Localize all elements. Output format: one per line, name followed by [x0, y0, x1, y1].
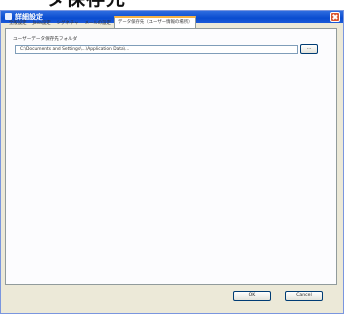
- tab-data-location[interactable]: データ保存先（ユーザー情報の場所）: [113, 16, 197, 28]
- ok-button[interactable]: OK: [233, 291, 271, 301]
- page-heading: ータ保存先: [26, 0, 126, 9]
- browse-button[interactable]: ...: [300, 44, 318, 54]
- page-heading-band: ータ保存先: [0, 0, 344, 10]
- tab-strip: 全般設定 Java設定 シグネチャ メールの設定 データ保存先（ユーザー情報の場…: [6, 16, 197, 28]
- folder-path-field[interactable]: C:\Documents and Settings\...\Applicatio…: [15, 45, 298, 54]
- tab-java[interactable]: Java設定: [30, 19, 54, 28]
- tab-general[interactable]: 全般設定: [6, 19, 30, 28]
- close-icon[interactable]: [330, 12, 340, 22]
- cancel-button[interactable]: Cancel: [285, 291, 323, 301]
- tab-mail-settings[interactable]: メールの設定: [82, 19, 114, 28]
- folder-group-label: ユーザーデータ保存先フォルダ: [13, 37, 78, 42]
- tab-signature[interactable]: シグネチャ: [54, 19, 82, 28]
- tab-panel: [5, 28, 337, 285]
